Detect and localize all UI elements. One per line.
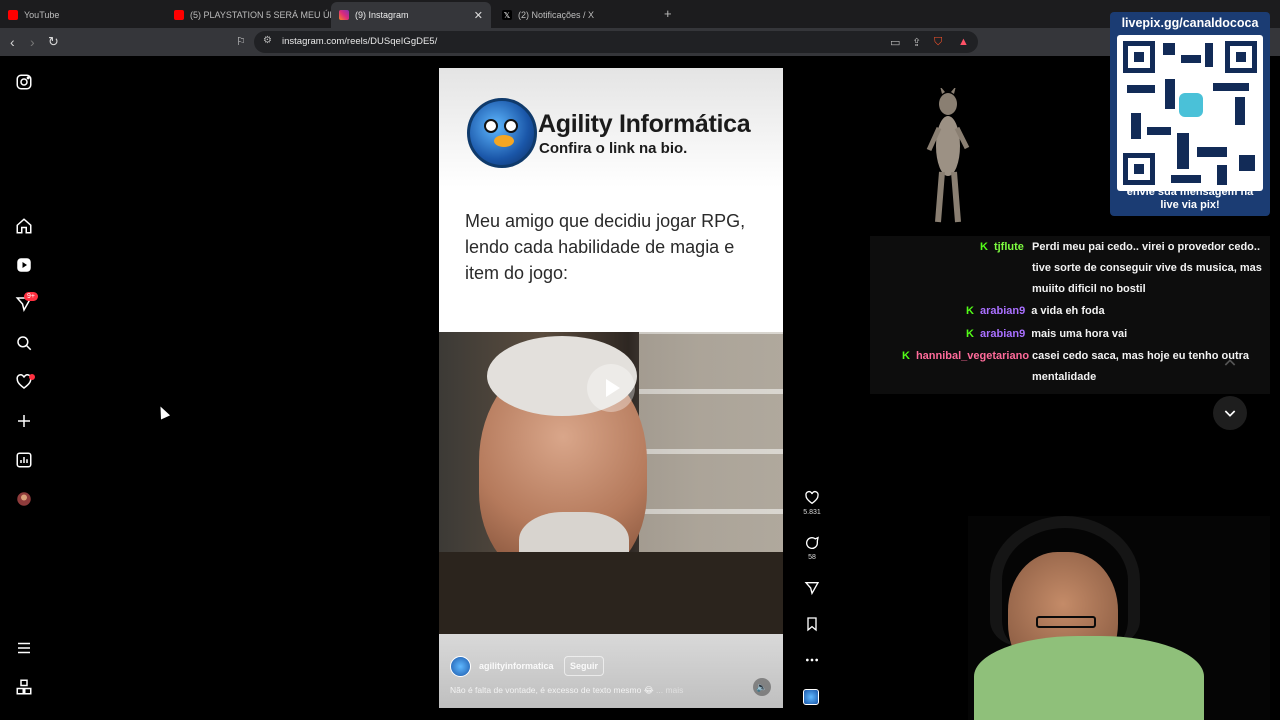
instagram-favicon-icon: [339, 10, 349, 20]
profile-avatar-icon[interactable]: [14, 489, 34, 509]
new-tab-button[interactable]: +: [664, 6, 672, 21]
chat-message: Karabian9 a vida eh foda: [966, 301, 1105, 322]
tab-label: (5) PLAYSTATION 5 SERÁ MEU ÚLTIM: [190, 10, 331, 20]
chat-text: Perdi meu pai cedo.. virei o provedor ce…: [1032, 241, 1261, 253]
play-icon[interactable]: [587, 364, 635, 412]
livepix-title: livepix.gg/canaldococa: [1121, 16, 1259, 30]
next-reel-button[interactable]: [1213, 396, 1247, 430]
mute-icon[interactable]: 🔈: [753, 678, 771, 696]
tab-label: YouTube: [24, 10, 60, 20]
video-person-jacket: [439, 552, 783, 634]
youtube-favicon-icon: [174, 10, 184, 20]
home-icon[interactable]: [14, 216, 34, 236]
livepix-panel: livepix.gg/canaldococa envie sua mensage…: [1110, 12, 1270, 216]
reel-caption: Meu amigo que decidiu jogar RPG, lendo c…: [465, 211, 746, 283]
share-button[interactable]: [801, 580, 823, 596]
chevron-up-icon: [1224, 359, 1236, 366]
chat-username: arabian9: [979, 328, 1026, 340]
share-icon[interactable]: ⇪: [912, 36, 921, 49]
tab-instagram[interactable]: (9) Instagram ✕: [331, 2, 491, 28]
browser-toolbar: ‹ › ↻ ⚐ ⚙ instagram.com/reels/DUSqeIGgDE…: [0, 28, 1280, 56]
audio-avatar[interactable]: [803, 689, 819, 705]
chat-message: Karabian9 mais uma hora vai: [966, 324, 1127, 345]
reel-video[interactable]: [439, 332, 783, 634]
brave-rewards-icon[interactable]: ▲: [958, 36, 969, 48]
chat-text: tive sorte de conseguir vive ds musica, …: [1032, 262, 1262, 274]
chat-text: muiito dificil no bostil: [1032, 283, 1146, 295]
chat-text: a vida eh foda: [1031, 305, 1105, 317]
brand-title: Agility Informática: [538, 110, 751, 138]
chat-username: arabian9: [979, 305, 1026, 317]
chat-username: hannibal_vegetariano: [915, 350, 1030, 362]
kick-badge-icon: K: [902, 350, 910, 362]
livepix-footer-line1: envie sua mensagem na: [1126, 186, 1254, 198]
chat-text: mais uma hora vai: [1031, 328, 1128, 340]
livepix-footer: envie sua mensagem na live via pix!: [1110, 186, 1270, 212]
bookmark-icon[interactable]: ⚐: [236, 34, 246, 50]
instagram-logo-icon[interactable]: [14, 72, 34, 92]
author-avatar[interactable]: [450, 656, 471, 677]
reel-card[interactable]: Agility Informática Confira o link na bi…: [439, 68, 783, 708]
save-button[interactable]: [801, 616, 823, 632]
kick-badge-icon: K: [966, 305, 974, 317]
bookmark-icon: [807, 617, 817, 632]
dashboard-icon[interactable]: [14, 450, 34, 470]
comment-count: 58: [808, 554, 816, 561]
messages-badge: 9+: [24, 292, 38, 301]
streamer-webcam: [968, 516, 1270, 720]
search-icon[interactable]: [14, 333, 34, 353]
reel-header-banner: Agility Informática Confira o link na bi…: [439, 68, 783, 333]
like-count: 5.831: [803, 509, 821, 516]
reel-description: Não é falta de vontade, é excesso de tex…: [450, 685, 683, 696]
tab-label: (9) Instagram: [355, 10, 409, 20]
more-options-button[interactable]: [801, 652, 823, 668]
more-link[interactable]: ... mais: [656, 685, 683, 695]
agility-bird-logo: [467, 98, 537, 168]
menu-icon[interactable]: [14, 638, 34, 658]
apps-icon[interactable]: [14, 677, 34, 697]
brand-subtitle: Confira o link na bio.: [539, 140, 688, 157]
reel-footer: agilityinformatica Seguir Não é falta de…: [439, 634, 783, 708]
tab-youtube[interactable]: YouTube: [0, 4, 165, 26]
back-icon[interactable]: ‹: [10, 34, 15, 50]
brave-shield-icon[interactable]: ⛉: [934, 36, 942, 49]
x-favicon-icon: 𝕏: [502, 10, 512, 20]
tab-x-notifications[interactable]: 𝕏 (2) Notificações / X: [494, 4, 659, 26]
chevron-down-icon: [1224, 410, 1236, 417]
forward-icon[interactable]: ›: [30, 34, 35, 50]
create-icon[interactable]: [14, 411, 34, 431]
livepix-footer-line2: live via pix!: [1160, 199, 1220, 211]
chat-username: tjflute: [993, 241, 1024, 253]
notification-dot: [29, 374, 35, 380]
address-bar[interactable]: ⚙ instagram.com/reels/DUSqeIGgDE5/ ▭ ⇪ ⛉…: [254, 31, 978, 53]
address-url[interactable]: instagram.com/reels/DUSqeIGgDE5/: [282, 36, 437, 47]
webcam-shirt: [974, 636, 1204, 720]
comment-icon: [806, 536, 819, 549]
follow-button[interactable]: Seguir: [564, 656, 605, 676]
site-settings-icon[interactable]: ⚙: [263, 35, 272, 46]
like-button[interactable]: 5.831: [801, 490, 823, 516]
cast-icon[interactable]: ▭: [890, 36, 900, 49]
youtube-favicon-icon: [8, 10, 18, 20]
kick-badge-icon: K: [980, 241, 988, 253]
previous-reel-button[interactable]: [1213, 346, 1247, 380]
dancing-wolf-animation: [926, 88, 970, 223]
share-icon: [804, 582, 820, 596]
comment-button[interactable]: 58: [801, 535, 823, 561]
kick-badge-icon: K: [966, 328, 974, 340]
stream-chat: Ktjflute Perdi meu pai cedo.. virei o pr…: [870, 236, 1270, 394]
description-text: Não é falta de vontade, é excesso de tex…: [450, 685, 654, 695]
reload-icon[interactable]: ↻: [48, 34, 59, 50]
webcam-glasses: [1036, 616, 1096, 628]
tab-label: (2) Notificações / X: [518, 10, 595, 20]
tab-playstation-video[interactable]: (5) PLAYSTATION 5 SERÁ MEU ÚLTIM: [166, 4, 331, 26]
more-icon: [806, 658, 818, 662]
livepix-qr-code: [1117, 35, 1263, 191]
close-tab-icon[interactable]: ✕: [474, 9, 483, 22]
author-username[interactable]: agilityinformatica: [479, 661, 554, 671]
heart-icon: [805, 490, 819, 505]
browser-tab-strip: YouTube (5) PLAYSTATION 5 SERÁ MEU ÚLTIM…: [0, 0, 1280, 28]
reels-icon[interactable]: [14, 255, 34, 275]
mouse-cursor-icon: [155, 404, 171, 420]
